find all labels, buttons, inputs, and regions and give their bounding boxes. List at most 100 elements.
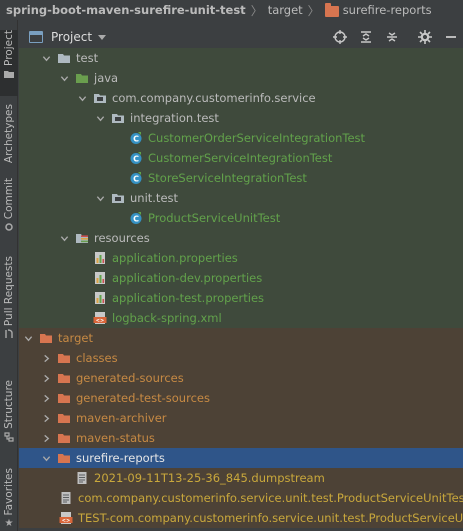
tree-node[interactable]: generated-test-sources (19, 388, 463, 408)
tree-node[interactable]: generated-sources (19, 368, 463, 388)
favorites-tool-label: Favorites (3, 468, 15, 516)
excluded-folder-icon (57, 351, 71, 365)
chevron-down-icon[interactable] (59, 233, 69, 243)
chevron-down-icon[interactable] (41, 53, 51, 63)
tree-node[interactable]: <> TEST-com.company.customerinfo.service.… (19, 508, 463, 528)
tree-node-label: com.company.customerinfo.service.unit.te… (78, 491, 463, 505)
tool-window-stripe: Project Archetypes Commit Pull Requests … (0, 20, 18, 531)
tree-node[interactable]: C CustomerOrderServiceIntegrationTest (19, 128, 463, 148)
chevron-right-icon[interactable] (41, 353, 51, 363)
tree-node-label: application.properties (112, 251, 238, 265)
tree-node[interactable]: application-test.properties (19, 288, 463, 308)
favorites-tool-button[interactable]: Favorites ★ (0, 468, 18, 531)
commit-tool-button[interactable]: Commit (0, 178, 18, 238)
breadcrumb-target[interactable]: target (268, 3, 303, 17)
structure-tool-button[interactable]: Structure (0, 380, 18, 456)
test-source-folder-icon (75, 71, 89, 85)
tree-node-label: surefire-reports (76, 451, 165, 465)
chevron-right-icon[interactable] (41, 433, 51, 443)
xml-file-icon: <> (93, 311, 107, 325)
folder-icon (57, 51, 71, 65)
locate-icon[interactable] (332, 29, 348, 45)
svg-text:<>: <> (62, 518, 70, 524)
excluded-folder-icon (57, 431, 71, 445)
tree-node[interactable]: resources (19, 228, 463, 248)
project-view-selector[interactable]: Project (51, 30, 92, 44)
tree-node-label: integration.test (130, 111, 219, 125)
excluded-folder-icon (57, 411, 71, 425)
svg-text:C: C (133, 215, 139, 224)
test-class-icon: C (129, 131, 143, 145)
test-class-icon: C (129, 151, 143, 165)
chevron-down-icon[interactable] (23, 333, 33, 343)
tree-node[interactable]: maven-status (19, 428, 463, 448)
pull-requests-tool-label: Pull Requests (3, 256, 15, 327)
expand-all-icon[interactable] (358, 29, 374, 45)
tree-node[interactable]: C CustomerServiceIntegrationTest (19, 148, 463, 168)
hide-icon[interactable] (443, 29, 459, 45)
properties-file-icon (93, 251, 107, 265)
package-icon (111, 191, 125, 205)
tree-node[interactable]: com.company.customerinfo.service.unit.te… (19, 488, 463, 508)
structure-icon (4, 432, 14, 442)
tree-node[interactable]: C ProductServiceUnitTest (19, 208, 463, 228)
tree-node[interactable]: unit.test (19, 188, 463, 208)
tree-node[interactable]: java (19, 68, 463, 88)
project-view-icon (29, 31, 43, 43)
tree-node[interactable]: C StoreServiceIntegrationTest (19, 168, 463, 188)
excluded-folder-icon (57, 371, 71, 385)
chevron-right-icon[interactable] (41, 393, 51, 403)
svg-text:C: C (133, 155, 139, 164)
star-icon: ★ (4, 518, 14, 530)
breadcrumb: spring-boot-maven-surefire-unit-test 〉 t… (0, 0, 463, 20)
tree-node-label: ProductServiceUnitTest (148, 211, 281, 225)
tree-node[interactable]: classes (19, 348, 463, 368)
chevron-right-icon[interactable] (41, 413, 51, 423)
properties-file-icon (93, 291, 107, 305)
tree-node[interactable]: <> logback-spring.xml (19, 308, 463, 328)
breadcrumb-current[interactable]: surefire-reports (343, 3, 432, 17)
tree-node-label: logback-spring.xml (112, 311, 222, 325)
tree-node-label: test (76, 51, 99, 65)
tree-node-label: com.company.customerinfo.service (112, 91, 316, 105)
text-file-icon (75, 471, 89, 485)
tree-node[interactable]: integration.test (19, 108, 463, 128)
archetypes-tool-button[interactable]: Archetypes (0, 104, 18, 184)
tree-node-label: classes (76, 351, 118, 365)
svg-text:<>: <> (96, 318, 104, 324)
tree-node[interactable]: surefire-reports (19, 448, 463, 468)
excluded-folder-icon (57, 451, 71, 465)
project-tool-button[interactable]: Project (0, 30, 18, 96)
svg-text:C: C (133, 135, 139, 144)
chevron-down-icon[interactable] (41, 453, 51, 463)
breadcrumb-project[interactable]: spring-boot-maven-surefire-unit-test (6, 3, 246, 17)
tree-node-label: unit.test (130, 191, 179, 205)
settings-icon[interactable] (417, 29, 433, 45)
tree-node[interactable]: com.company.customerinfo.service (19, 88, 463, 108)
tree-node-label: target (58, 331, 93, 345)
test-class-icon: C (129, 171, 143, 185)
tree-node[interactable]: test (19, 48, 463, 68)
tree-node[interactable]: application-dev.properties (19, 268, 463, 288)
chevron-right-icon[interactable] (41, 373, 51, 383)
tree-node[interactable]: target (19, 328, 463, 348)
tree-node-label: TEST-com.company.customerinfo.service.un… (78, 511, 463, 525)
pull-requests-tool-button[interactable]: Pull Requests (0, 256, 18, 354)
chevron-down-icon[interactable] (95, 193, 105, 203)
tree-node-label: maven-status (76, 431, 155, 445)
tree-node[interactable]: 2021-09-11T13-25-36_845.dumpstream (19, 468, 463, 488)
breadcrumb-separator-icon: 〉 (250, 3, 263, 18)
tree-node[interactable]: application.properties (19, 248, 463, 268)
properties-file-icon (93, 271, 107, 285)
tree-node[interactable]: maven-archiver (19, 408, 463, 428)
collapse-all-icon[interactable] (384, 29, 400, 45)
chevron-down-icon[interactable] (98, 34, 107, 40)
tree-node-label: StoreServiceIntegrationTest (148, 171, 307, 185)
chevron-down-icon[interactable] (77, 93, 87, 103)
project-panel-header: Project (19, 26, 463, 48)
chevron-down-icon[interactable] (95, 113, 105, 123)
project-tree[interactable]: test java com.company.customerinfo.service… (19, 48, 463, 531)
chevron-down-icon[interactable] (59, 73, 69, 83)
excluded-folder-icon (57, 391, 71, 405)
structure-tool-label: Structure (3, 380, 15, 429)
